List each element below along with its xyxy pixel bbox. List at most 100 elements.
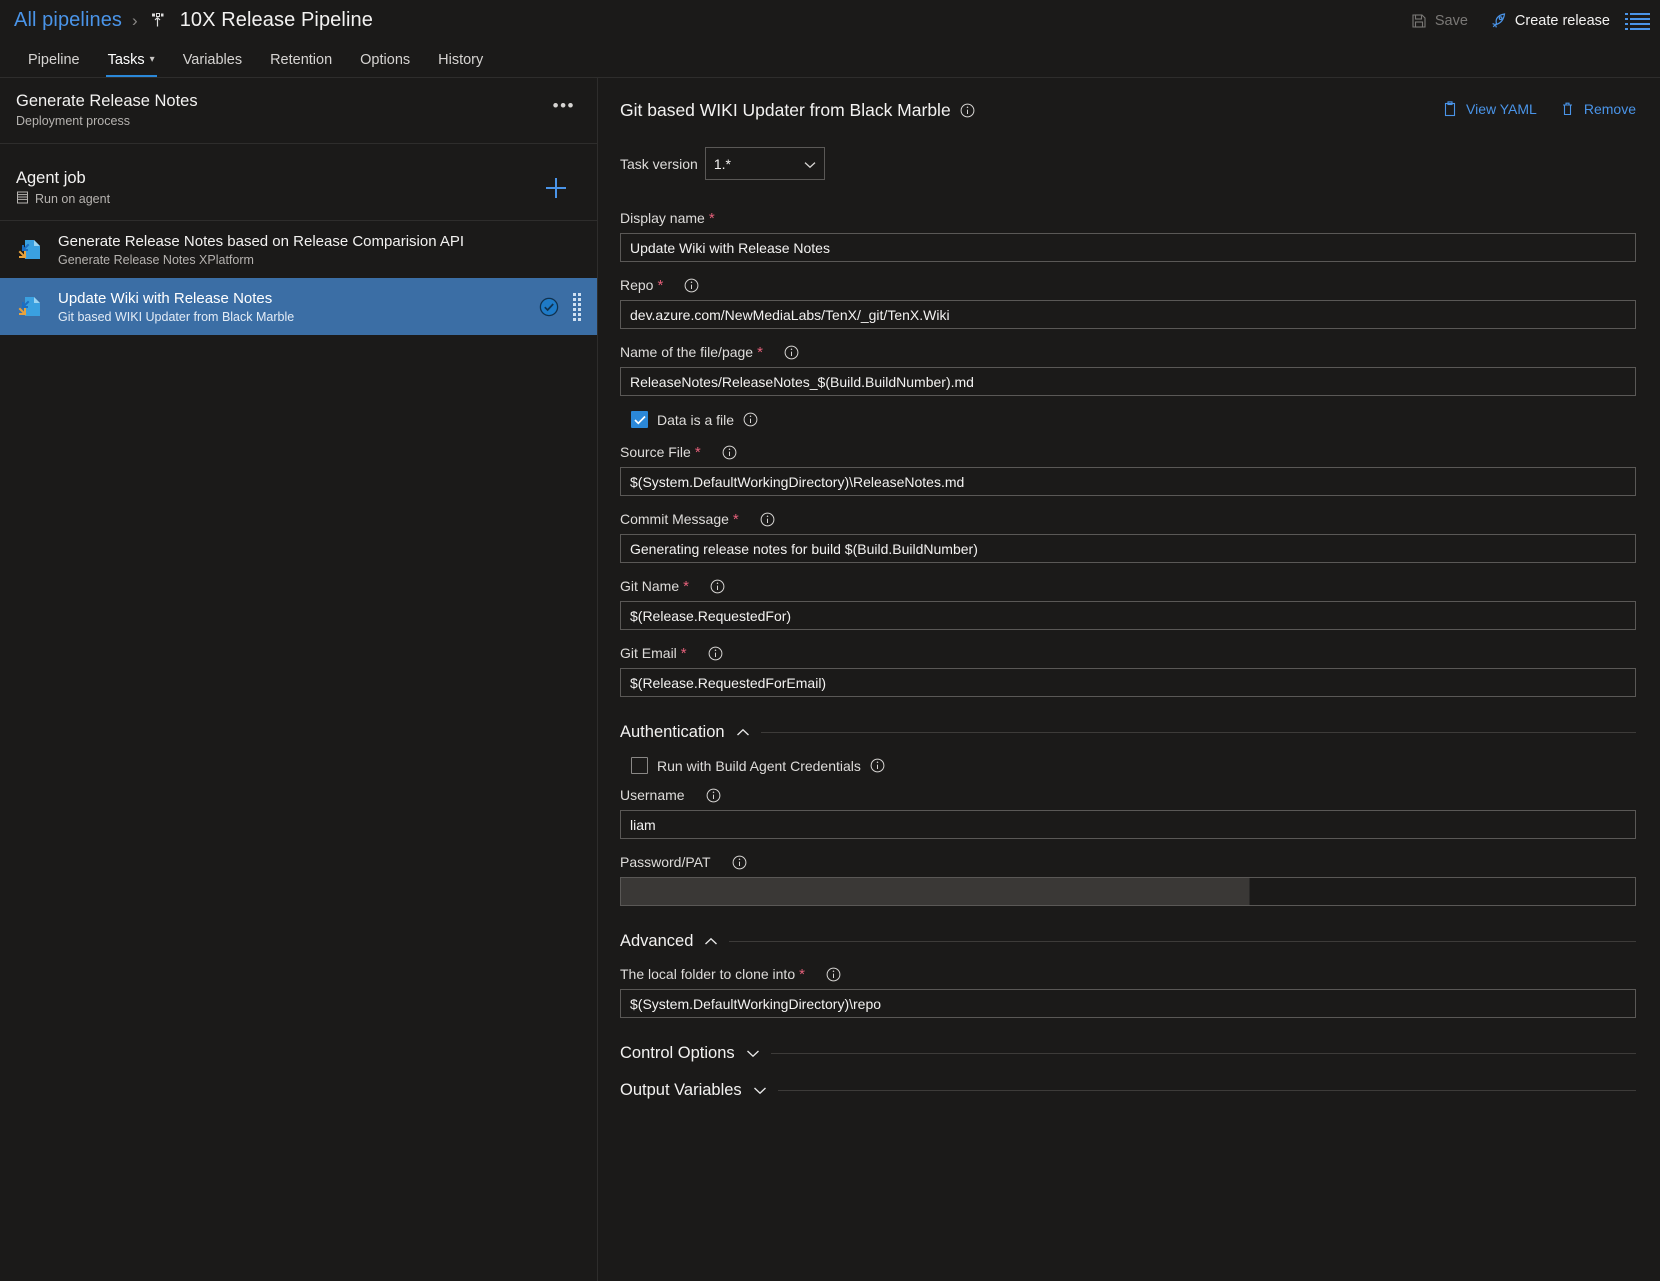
task-version-select[interactable]: 1.*: [705, 147, 825, 180]
release-pipeline-icon: [148, 11, 168, 31]
section-divider: [778, 1090, 1636, 1091]
required-asterisk: *: [695, 445, 701, 460]
tab-label: Tasks: [108, 53, 145, 68]
required-asterisk: *: [681, 646, 687, 661]
task-list-item-selected[interactable]: Update Wiki with Release Notes Git based…: [0, 278, 597, 335]
commit-message-input[interactable]: [620, 534, 1636, 563]
tab-label: Pipeline: [28, 53, 80, 68]
info-icon[interactable]: [710, 579, 725, 594]
data-is-file-checkbox[interactable]: [631, 411, 648, 428]
task-list-item[interactable]: Generate Release Notes based on Release …: [0, 221, 597, 278]
deployment-process-header[interactable]: Generate Release Notes Deployment proces…: [0, 78, 597, 144]
agent-job-subtitle: Run on agent: [35, 192, 110, 206]
task-document-icon: [16, 235, 46, 265]
field-label: Git Email *: [620, 645, 1636, 661]
process-overflow-menu-button[interactable]: •••: [553, 96, 575, 116]
control-options-section-header[interactable]: Control Options: [620, 1044, 1636, 1063]
create-release-button[interactable]: Create release: [1488, 9, 1612, 33]
field-repo: Repo *: [620, 277, 1636, 329]
section-title: Output Variables: [620, 1081, 742, 1100]
tab-history[interactable]: History: [424, 53, 497, 78]
password-pat-input[interactable]: [620, 877, 1636, 906]
info-icon[interactable]: [708, 646, 723, 661]
add-task-button[interactable]: [543, 175, 569, 201]
process-title: Generate Release Notes: [16, 92, 581, 111]
data-is-file-row: Data is a file: [631, 411, 1636, 428]
save-button[interactable]: Save: [1408, 9, 1470, 33]
content-area: Generate Release Notes Deployment proces…: [0, 78, 1660, 1281]
tasks-sidebar: Generate Release Notes Deployment proces…: [0, 78, 598, 1281]
required-asterisk: *: [709, 211, 715, 226]
file-page-name-input[interactable]: [620, 367, 1636, 396]
tab-retention[interactable]: Retention: [256, 53, 346, 78]
rocket-icon: [1490, 12, 1508, 30]
remove-task-button[interactable]: Remove: [1559, 100, 1636, 118]
info-icon[interactable]: [722, 445, 737, 460]
agent-job-header[interactable]: Agent job Run on agent: [0, 156, 597, 221]
clone-folder-input[interactable]: [620, 989, 1636, 1018]
field-label: Username: [620, 787, 1636, 803]
info-icon[interactable]: [706, 788, 721, 803]
field-commit-message: Commit Message *: [620, 511, 1636, 563]
field-clone-folder: The local folder to clone into *: [620, 966, 1636, 1018]
agent-job-block: Agent job Run on agent: [0, 156, 597, 335]
field-label: Repo *: [620, 277, 1636, 293]
info-icon[interactable]: [760, 512, 775, 527]
authentication-section-header[interactable]: Authentication: [620, 723, 1636, 742]
field-label: Display name *: [620, 210, 1636, 226]
breadcrumb-all-pipelines-link[interactable]: All pipelines: [14, 9, 122, 32]
tab-options[interactable]: Options: [346, 53, 424, 78]
create-release-label: Create release: [1515, 13, 1610, 29]
section-title: Advanced: [620, 932, 693, 951]
data-is-file-label: Data is a file: [657, 412, 734, 428]
task-subtitle: Git based WIKI Updater from Black Marble: [58, 310, 527, 324]
save-disk-icon: [1410, 12, 1428, 30]
top-bar: All pipelines › 10X Release Pipeline Sav…: [0, 0, 1660, 41]
tab-pipeline[interactable]: Pipeline: [14, 53, 94, 78]
info-icon[interactable]: [743, 412, 758, 427]
git-name-input[interactable]: [620, 601, 1636, 630]
process-subtitle: Deployment process: [16, 114, 581, 128]
section-title: Control Options: [620, 1044, 735, 1063]
advanced-section-header[interactable]: Advanced: [620, 932, 1636, 951]
field-label: Name of the file/page *: [620, 344, 1636, 360]
info-icon[interactable]: [870, 758, 885, 773]
field-display-name: Display name *: [620, 210, 1636, 262]
task-document-icon: [16, 292, 46, 322]
info-icon[interactable]: [826, 967, 841, 982]
info-icon[interactable]: [684, 278, 699, 293]
git-email-input[interactable]: [620, 668, 1636, 697]
chevron-down-icon: [804, 156, 816, 172]
task-detail-pane: Git based WIKI Updater from Black Marble: [598, 78, 1660, 1281]
output-variables-section-header[interactable]: Output Variables: [620, 1081, 1636, 1100]
source-file-input[interactable]: [620, 467, 1636, 496]
field-file-page-name: Name of the file/page *: [620, 344, 1636, 396]
info-icon[interactable]: [784, 345, 799, 360]
info-icon[interactable]: [732, 855, 747, 870]
save-label: Save: [1435, 13, 1468, 29]
tab-variables[interactable]: Variables: [169, 53, 256, 78]
tab-label: Variables: [183, 53, 242, 68]
tab-tasks[interactable]: Tasks ▾: [94, 53, 169, 78]
breadcrumb-separator: ›: [132, 11, 138, 31]
run-with-agent-credentials-checkbox[interactable]: [631, 757, 648, 774]
task-detail-header: Git based WIKI Updater from Black Marble: [620, 100, 1636, 121]
view-yaml-button[interactable]: View YAML: [1441, 100, 1537, 118]
chevron-up-icon: [736, 724, 750, 742]
check-circle-icon[interactable]: [539, 297, 559, 317]
agent-job-title: Agent job: [16, 169, 581, 188]
repo-input[interactable]: [620, 300, 1636, 329]
required-asterisk: *: [657, 278, 663, 293]
label-text: Username: [620, 787, 685, 803]
field-label: Password/PAT: [620, 854, 1636, 870]
label-text: Display name: [620, 210, 705, 226]
label-text: Git Email: [620, 645, 677, 661]
field-git-email: Git Email *: [620, 645, 1636, 697]
drag-handle-icon[interactable]: [573, 294, 581, 320]
info-icon[interactable]: [960, 103, 975, 118]
username-input[interactable]: [620, 810, 1636, 839]
list-menu-icon[interactable]: [1630, 12, 1650, 30]
task-version-label: Task version: [620, 156, 698, 172]
task-text: Update Wiki with Release Notes Git based…: [58, 290, 527, 324]
display-name-input[interactable]: [620, 233, 1636, 262]
